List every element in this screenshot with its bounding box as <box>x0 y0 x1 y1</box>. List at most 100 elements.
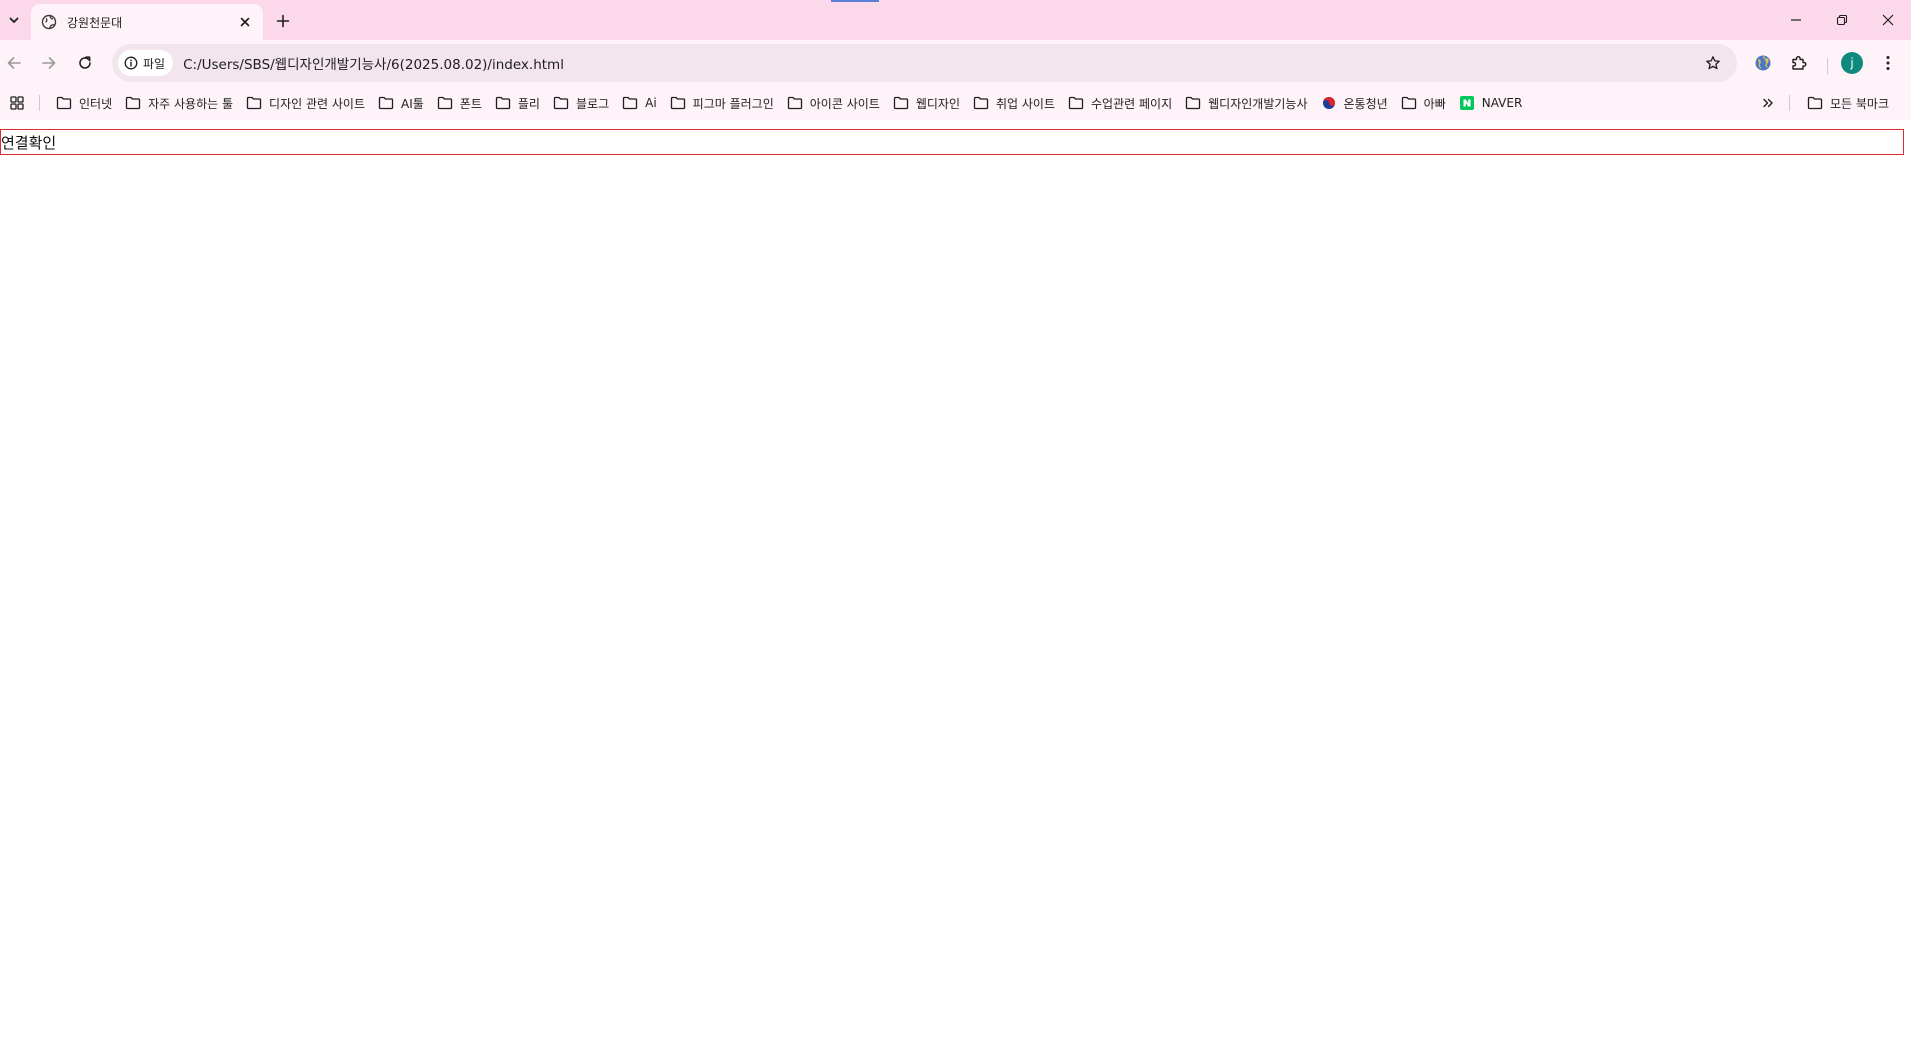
page-viewport: 연결확인 <box>0 120 1911 1040</box>
folder-icon <box>1807 95 1823 111</box>
address-bar[interactable]: 파일 C:/Users/SBS/웹디자인개발기능사/6(2025.08.02)/… <box>112 44 1737 82</box>
bookmark-item[interactable]: 수업관련 페이지 <box>1062 90 1178 116</box>
taegeuk-icon <box>1321 95 1337 111</box>
bookmark-item[interactable]: 자주 사용하는 툴 <box>119 90 239 116</box>
bookmark-item[interactable]: 아빠 <box>1395 90 1452 116</box>
bookmark-label: 아빠 <box>1423 96 1446 111</box>
star-icon <box>1705 55 1721 71</box>
site-info-chip[interactable]: 파일 <box>118 50 174 76</box>
double-chevron-right-icon <box>1762 97 1774 109</box>
new-tab-button[interactable] <box>271 9 295 33</box>
browser-toolbar: 파일 C:/Users/SBS/웹디자인개발기능사/6(2025.08.02)/… <box>0 40 1911 86</box>
bookmarks-bar: 인터넷 자주 사용하는 툴 디자인 관련 사이트 AI툴 폰트 플리 블로그 Ai 피그마 플러… <box>0 86 1911 120</box>
folder-icon <box>973 95 989 111</box>
bookmark-label: 인터넷 <box>79 96 113 111</box>
bookmark-item[interactable]: 디자인 관련 사이트 <box>240 90 371 116</box>
extensions-menu-button[interactable] <box>1783 47 1815 79</box>
globe-icon <box>41 14 57 30</box>
bookmark-label: 수업관련 페이지 <box>1091 96 1173 111</box>
bookmark-item[interactable]: 플리 <box>489 90 546 116</box>
minimize-icon <box>1790 14 1802 26</box>
bookmark-label: 웹디자인개발기능사 <box>1208 96 1308 111</box>
folder-icon <box>495 95 511 111</box>
folder-icon <box>893 95 909 111</box>
bookmark-item[interactable]: 블로그 <box>547 90 615 116</box>
bookmark-item[interactable]: AI툴 <box>372 90 430 116</box>
bookmark-label: 폰트 <box>459 96 482 111</box>
bookmark-item[interactable]: 피그마 플러그인 <box>664 90 780 116</box>
close-window-button[interactable] <box>1865 0 1911 40</box>
naver-icon <box>1459 95 1475 111</box>
bookmark-label: 피그마 플러그인 <box>692 96 774 111</box>
minimize-button[interactable] <box>1773 0 1819 40</box>
url-text[interactable]: C:/Users/SBS/웹디자인개발기능사/6(2025.08.02)/ind… <box>183 53 564 73</box>
window-controls <box>1773 0 1911 40</box>
tab-active[interactable]: 강원천문대 <box>31 4 263 40</box>
tab-title: 강원천문대 <box>67 15 123 30</box>
back-button[interactable] <box>0 47 30 79</box>
bookmark-label: 자주 사용하는 툴 <box>148 96 234 111</box>
bookmark-label: 온통청년 <box>1343 96 1388 111</box>
bookmark-label: 취업 사이트 <box>996 96 1056 111</box>
bookmark-label: 플리 <box>517 96 540 111</box>
extension-globe-icon <box>1754 54 1772 72</box>
close-icon <box>240 17 250 27</box>
bookmark-item[interactable]: NAVER <box>1453 90 1529 116</box>
folder-icon <box>246 95 262 111</box>
bookmark-item[interactable]: Ai <box>616 90 663 116</box>
bookmark-item[interactable]: 웹디자인개발기능사 <box>1179 90 1313 116</box>
browser-menu-button[interactable] <box>1872 47 1904 79</box>
forward-button[interactable] <box>33 47 65 79</box>
profile-button[interactable]: j <box>1836 47 1868 79</box>
restore-button[interactable] <box>1819 0 1865 40</box>
puzzle-icon <box>1790 54 1808 72</box>
chevron-down-icon <box>8 14 20 26</box>
bookmark-item[interactable]: 폰트 <box>431 90 488 116</box>
arrow-right-icon <box>41 55 57 71</box>
folder-icon <box>553 95 569 111</box>
folder-icon <box>125 95 141 111</box>
connection-check-text: 연결확인 <box>1 133 57 152</box>
extension-button[interactable] <box>1747 47 1779 79</box>
tab-strip: 강원천문대 <box>0 0 1911 40</box>
bookmarks-separator <box>1789 95 1790 111</box>
close-icon <box>1882 14 1894 26</box>
folder-icon <box>787 95 803 111</box>
tab-search-button[interactable] <box>2 8 26 32</box>
bookmark-item[interactable]: 웹디자인 <box>887 90 966 116</box>
tab-strip-accent <box>831 0 879 2</box>
all-bookmarks-button[interactable]: 모든 북마크 <box>1801 90 1895 116</box>
folder-icon <box>670 95 686 111</box>
reload-icon <box>77 55 93 71</box>
restore-icon <box>1836 14 1848 26</box>
folder-icon <box>378 95 394 111</box>
reload-button[interactable] <box>69 47 101 79</box>
bookmark-item[interactable]: 온통청년 <box>1315 90 1394 116</box>
folder-icon <box>1185 95 1201 111</box>
info-icon <box>124 56 138 70</box>
bookmark-label: 웹디자인 <box>915 96 960 111</box>
bookmark-label: Ai <box>645 96 657 110</box>
toolbar-divider <box>1827 58 1828 74</box>
avatar: j <box>1841 52 1863 74</box>
folder-icon <box>622 95 638 111</box>
connection-check-box: 연결확인 <box>0 129 1904 155</box>
bookmark-item[interactable]: 인터넷 <box>50 90 118 116</box>
arrow-left-icon <box>6 55 22 71</box>
folder-icon <box>56 95 72 111</box>
bookmarks-separator <box>39 95 40 111</box>
bookmark-item[interactable]: 아이콘 사이트 <box>781 90 886 116</box>
folder-icon <box>1068 95 1084 111</box>
bookmark-star-button[interactable] <box>1699 49 1727 77</box>
plus-icon <box>276 14 290 28</box>
folder-icon <box>1401 95 1417 111</box>
bookmark-label: 블로그 <box>575 96 610 111</box>
bookmark-list: 인터넷 자주 사용하는 툴 디자인 관련 사이트 AI툴 폰트 플리 블로그 Ai 피그마 플러… <box>50 86 1529 120</box>
apps-button[interactable] <box>6 92 28 114</box>
tab-close-button[interactable] <box>235 12 255 32</box>
site-info-label: 파일 <box>143 56 166 71</box>
bookmark-item[interactable]: 취업 사이트 <box>967 90 1061 116</box>
bookmark-label: 아이콘 사이트 <box>809 96 880 111</box>
bookmarks-overflow-button[interactable] <box>1756 91 1780 115</box>
bookmark-label: 디자인 관련 사이트 <box>269 96 365 111</box>
